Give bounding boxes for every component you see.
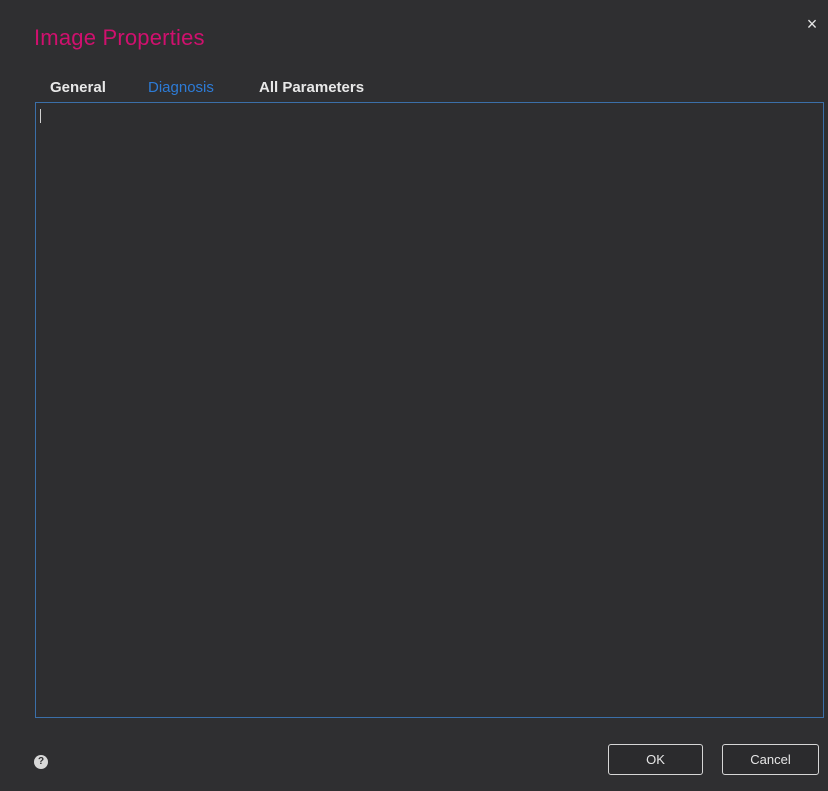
dialog-title: Image Properties <box>34 25 205 50</box>
close-icon[interactable]: × <box>802 14 822 34</box>
text-caret <box>40 109 41 123</box>
diagnosis-input[interactable] <box>36 103 823 717</box>
tab-general[interactable]: General <box>50 78 148 100</box>
tab-bar: General Diagnosis All Parameters <box>50 78 419 100</box>
image-properties-dialog: Image Properties × General Diagnosis All… <box>0 0 828 791</box>
diagnosis-text-area[interactable] <box>35 102 824 718</box>
ok-button[interactable]: OK <box>608 744 703 775</box>
cancel-button[interactable]: Cancel <box>722 744 819 775</box>
tab-diagnosis[interactable]: Diagnosis <box>148 78 259 100</box>
help-icon[interactable]: ? <box>34 755 48 769</box>
tab-all-parameters[interactable]: All Parameters <box>259 78 419 100</box>
